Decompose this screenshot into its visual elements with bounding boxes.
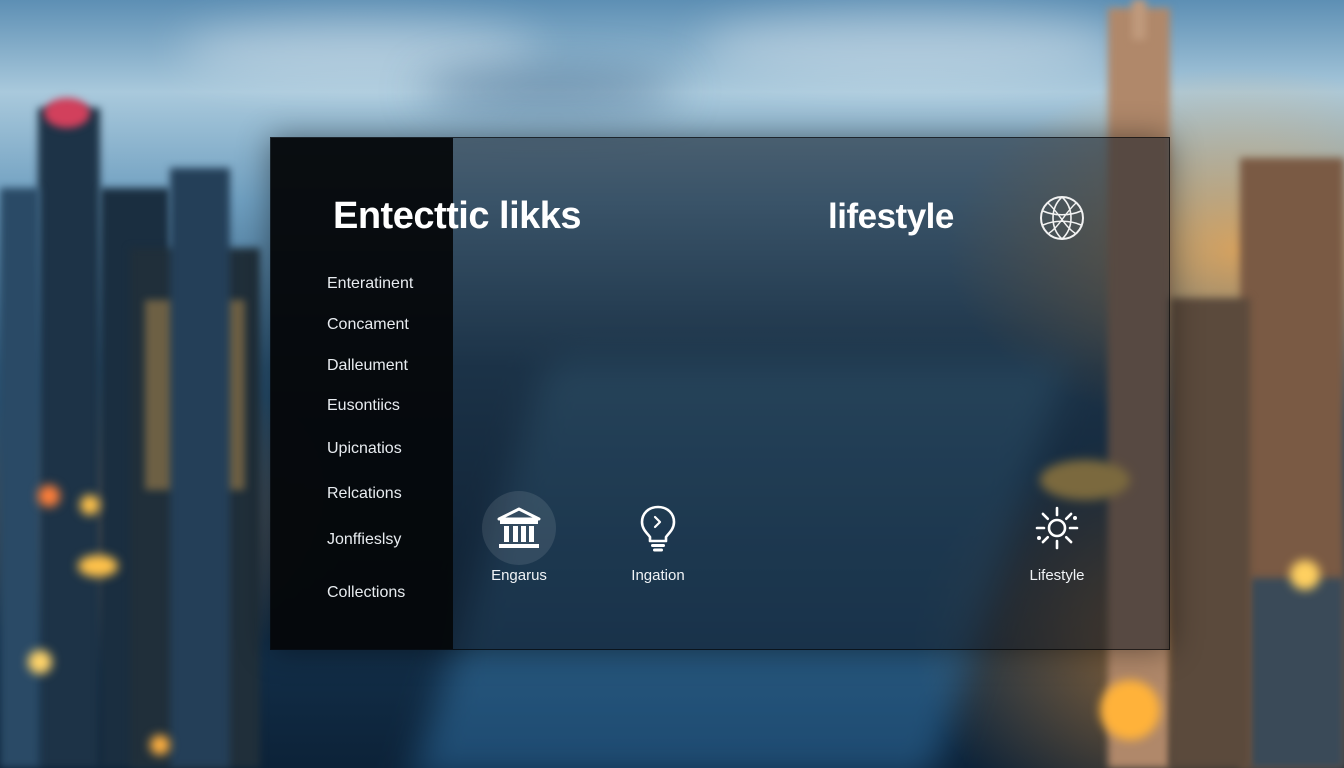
sidebar-item-upicnatios[interactable]: Upicnatios xyxy=(327,440,402,458)
tile-label-ingation: Ingation xyxy=(631,567,685,584)
sidebar-item-dalleument[interactable]: Dalleument xyxy=(327,357,408,375)
tile-icon-wrap xyxy=(482,491,556,565)
tile-label-lifestyle: Lifestyle xyxy=(1029,567,1085,584)
sidebar-item-eusontiics[interactable]: Eusontiics xyxy=(327,397,400,415)
sidebar-item-collections[interactable]: Collections xyxy=(327,584,405,602)
bank-icon xyxy=(497,507,541,548)
page-title: Entecttic likks xyxy=(333,195,582,237)
tile-icon-wrap xyxy=(621,491,695,565)
tile-ingation[interactable]: Ingation xyxy=(619,491,697,584)
sidebar-item-relcations[interactable]: Relcations xyxy=(327,485,402,503)
tile-icon-wrap xyxy=(1020,491,1094,565)
sun-icon xyxy=(1035,506,1079,550)
sidebar-item-jonffieslsy[interactable]: Jonffieslsy xyxy=(327,531,401,549)
tile-lifestyle[interactable]: Lifestyle xyxy=(1018,491,1096,584)
section-title: lifestyle xyxy=(828,197,954,236)
sidebar-item-enteratinent[interactable]: Enteratinent xyxy=(327,275,413,293)
tile-engarus[interactable]: Engarus xyxy=(480,491,558,584)
globe-icon xyxy=(1040,196,1084,240)
lightbulb-icon xyxy=(640,505,676,552)
sidebar-item-concament[interactable]: Concament xyxy=(327,316,409,334)
tile-label-engarus: Engarus xyxy=(491,567,547,584)
globe-button[interactable] xyxy=(1038,194,1086,242)
